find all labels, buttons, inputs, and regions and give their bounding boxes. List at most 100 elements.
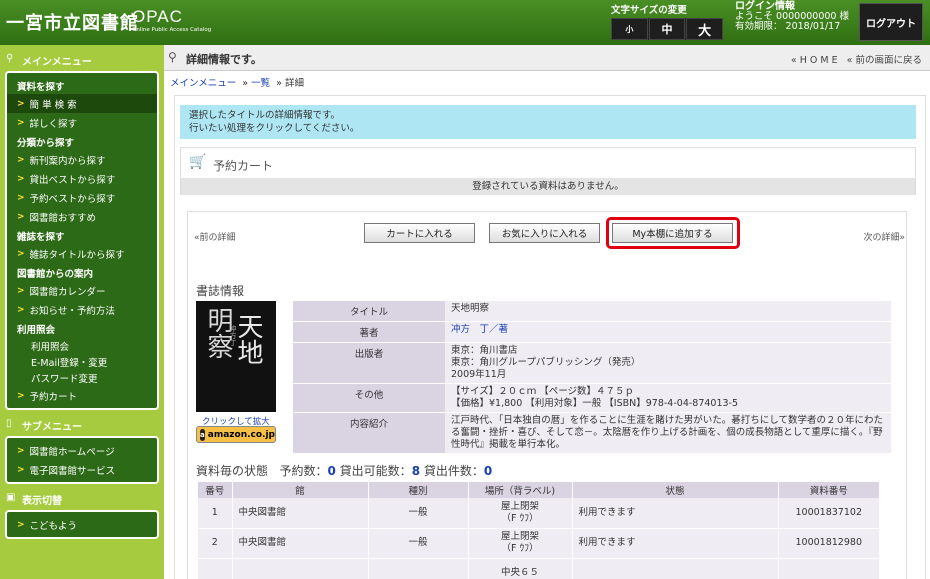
back-link[interactable]: « 前の画面に戻る [847, 55, 922, 66]
reserve-cart: 🛒 予約カート 登録されている資料はありません。 [180, 147, 916, 195]
main-content: ⚲ 詳細情報です。 « H O M E « 前の画面に戻る メインメニュー » … [164, 45, 930, 579]
logout-button[interactable]: ログアウト [859, 3, 923, 41]
chevron-right-icon: > [17, 98, 25, 109]
menu-simple-search[interactable]: > 簡 単 検 索 [7, 94, 157, 113]
detail-panel: «前の詳細 カートに入れる お気に入りに入れる My本棚に追加する 次の詳細» … [187, 211, 907, 579]
book-cover[interactable]: 天地 明察 冲方丁 [196, 301, 276, 412]
menu-usage-inquiry[interactable]: 利用照会 [7, 337, 157, 354]
reserve-label: 予約数： [279, 464, 328, 478]
cat-notice: 図書館からの案内 [17, 269, 94, 280]
home-link[interactable]: « H O M E [791, 55, 838, 66]
menu-recommend-label: 図書館おすすめ [29, 212, 97, 224]
header: 一宮市立図書館 OPAC Online Public Access Catalo… [0, 0, 930, 45]
action-row: «前の詳細 カートに入れる お気に入りに入れる My本棚に追加する 次の詳細» [188, 217, 908, 249]
cell-type [368, 558, 469, 579]
chevron-right-icon: > [17, 173, 25, 184]
value-author-cell: 冲方 丁／著 [445, 321, 891, 343]
library-logo[interactable]: 一宮市立図書館 [6, 9, 139, 35]
cell-status [572, 558, 779, 579]
crumb-detail: 詳細 [285, 78, 305, 89]
cover-title-1: 天地 [233, 313, 263, 365]
cell-type: 一般 [368, 498, 469, 529]
opac-subtitle: Online Public Access Catalog [132, 27, 212, 33]
chevron-right-icon: > [17, 285, 25, 296]
label-author: 著者 [293, 321, 445, 343]
table-row: その他 【サイズ】２０ｃｍ 【ページ数】４７５ｐ 【価格】¥1,800 【利用対象】… [293, 383, 891, 413]
menu-cart[interactable]: > 予約カート [7, 386, 157, 405]
location-label: （F ｳﾌ） [501, 543, 539, 554]
chevron-right-icon: > [17, 192, 25, 203]
prev-detail-link[interactable]: «前の詳細 [194, 230, 236, 243]
main-menu: 資料を探す > 簡 単 検 索 > 詳しく探す 分類から探す > 新刊案内から探す >… [5, 71, 159, 410]
menu-magazine-title[interactable]: > 雑誌タイトルから探す [7, 244, 157, 263]
chevron-right-icon: > [17, 445, 25, 456]
page-title: 詳細情報です。 [186, 53, 262, 66]
crumb-main-menu[interactable]: メインメニュー [170, 78, 236, 89]
menu-news[interactable]: > お知らせ・予約方法 [7, 300, 157, 319]
cell-library [232, 558, 369, 579]
menu-email[interactable]: E-Mail登録・変更 [7, 354, 157, 370]
status-label: 資料毎の状態 [196, 464, 269, 478]
amazon-button[interactable]: a amazon.co.jp [196, 426, 276, 443]
biblio-heading: 書誌情報 [196, 284, 245, 298]
author-link[interactable]: 冲方 丁／著 [451, 324, 508, 335]
book-icon: ▯ [6, 418, 12, 429]
opac-logo: OPAC [132, 7, 183, 26]
cell-no: 2 [198, 528, 233, 559]
login-info: ログイン情報 ようこそ 0000000000 様 有効期限： 2018/01/1… [735, 2, 849, 32]
cart-message: 登録されている資料はありません。 [181, 178, 915, 195]
crumb-separator: » [276, 78, 282, 89]
chevron-right-icon: > [17, 211, 25, 222]
label-summary: 内容紹介 [293, 412, 445, 454]
font-medium-button[interactable]: 中 [648, 18, 686, 40]
display-menu: > こどもよう [5, 510, 159, 539]
expiry-text: 有効期限： 2018/01/17 [735, 21, 841, 32]
add-to-bookshelf-button[interactable]: My本棚に追加する [612, 223, 733, 243]
cell-item-no: 10001812980 [778, 528, 880, 559]
chevron-right-icon: > [17, 464, 25, 475]
next-detail-link[interactable]: 次の詳細» [863, 230, 905, 243]
label-other: その他 [293, 383, 445, 413]
label-publisher: 出版者 [293, 342, 445, 384]
menu-reserve-best-label: 予約ベストから探す [29, 193, 116, 205]
font-large-button[interactable]: 大 [686, 18, 724, 40]
location-line: 屋上閉架 [500, 531, 539, 542]
menu-password[interactable]: パスワード変更 [7, 370, 157, 386]
chevron-right-icon: > [17, 154, 25, 165]
holdings-table: 番号 館 種別 場所（背ラベル) 状態 資料番号 1 中央図書館 一般 屋上閉架… [198, 482, 880, 579]
font-size-buttons: 小 中 大 [611, 18, 724, 40]
value-title: 天地明察 [445, 301, 891, 322]
crumb-list[interactable]: 一覧 [251, 78, 270, 89]
menu-detail-search[interactable]: > 詳しく探す [7, 113, 157, 132]
value-publisher: 東京：角川書店 東京：角川グループパブリッシング（発売） 2009年11月 [445, 342, 891, 384]
breadcrumb: メインメニュー » 一覧 » 詳細 [170, 75, 304, 89]
cell-location: 屋上閉架 （F ｳﾌ） [468, 498, 573, 529]
col-location: 場所（背ラベル) [468, 482, 573, 498]
menu-new-arrivals[interactable]: > 新刊案内から探す [7, 150, 157, 169]
menu-kids[interactable]: > こどもよう [7, 515, 157, 534]
pub-date: 2009年11月 [451, 369, 507, 380]
menu-cart-label: 予約カート [29, 391, 78, 403]
publisher-1: 東京：角川書店 [451, 345, 518, 356]
menu-lend-best-label: 貸出ベストから探す [29, 174, 116, 186]
table-row: タイトル 天地明察 [293, 301, 891, 322]
cell-type: 一般 [368, 528, 469, 559]
font-small-button[interactable]: 小 [611, 18, 648, 40]
menu-reserve-best[interactable]: > 予約ベストから探す [7, 188, 157, 207]
col-no: 番号 [198, 482, 233, 498]
avail-label: 貸出可能数： [339, 464, 412, 478]
add-to-favorites-button[interactable]: お気に入りに入れる [489, 223, 600, 243]
add-to-cart-button[interactable]: カートに入れる [364, 223, 475, 243]
menu-ebook[interactable]: > 電子図書館サービス [7, 460, 157, 479]
menu-library-home-label: 図書館ホームページ [29, 446, 115, 458]
amazon-label: amazon.co.jp [207, 429, 275, 440]
menu-news-label: お知らせ・予約方法 [29, 305, 115, 317]
menu-lend-best[interactable]: > 貸出ベストから探す [7, 169, 157, 188]
biblio-table: タイトル 天地明察 著者 冲方 丁／著 出版者 東京：角川書店 東京：角川グループパブリ… [293, 301, 891, 454]
menu-library-home[interactable]: > 図書館ホームページ [7, 441, 157, 460]
menu-calendar-label: 図書館カレンダー [29, 286, 106, 298]
font-size-label: 文字サイズの変更 [611, 5, 687, 16]
menu-calendar[interactable]: > 図書館カレンダー [7, 281, 157, 300]
table-row: 著者 冲方 丁／著 [293, 321, 891, 343]
menu-recommend[interactable]: > 図書館おすすめ [7, 207, 157, 226]
